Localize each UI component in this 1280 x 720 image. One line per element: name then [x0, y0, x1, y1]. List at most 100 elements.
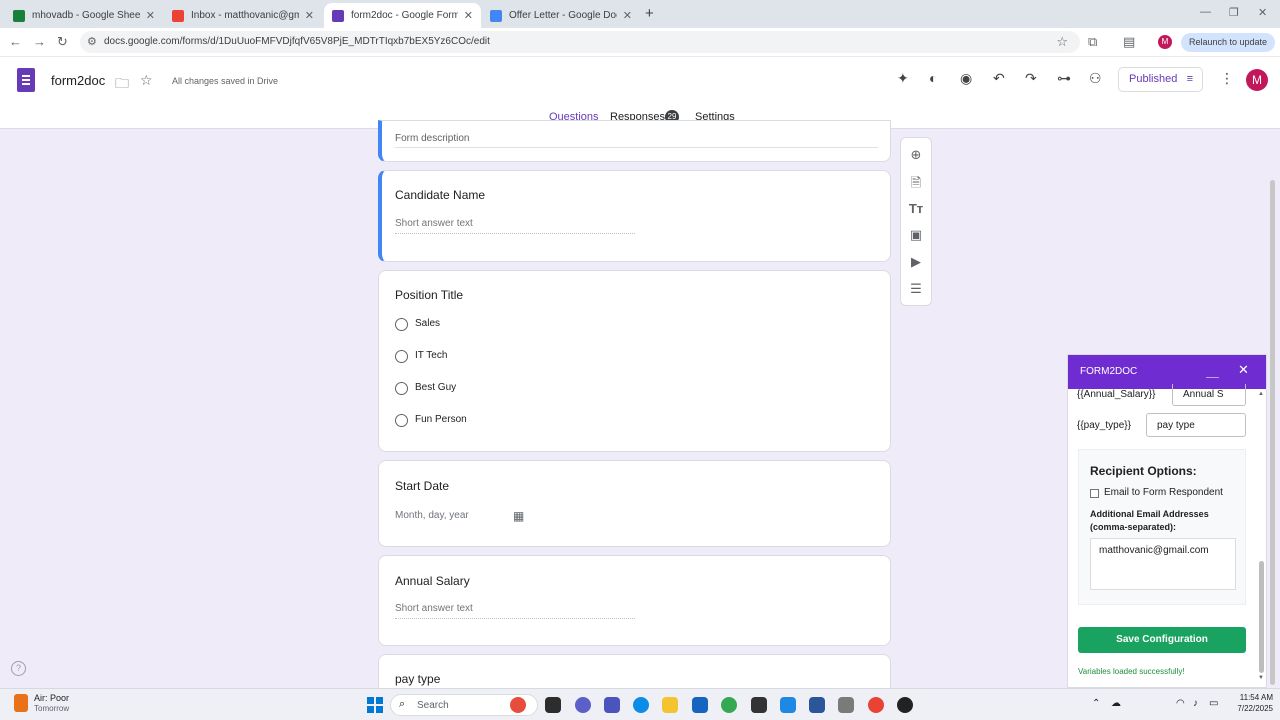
search-highlight-icon[interactable] [510, 697, 526, 713]
form-description[interactable]: Form description [395, 133, 469, 144]
add-video-icon[interactable]: ▶ [901, 254, 931, 270]
azure-icon[interactable] [692, 697, 708, 713]
save-configuration-button[interactable]: Save Configuration [1078, 627, 1246, 653]
reload-icon[interactable]: ↻ [57, 34, 68, 50]
additional-emails-field[interactable]: matthovanic@gmail.com [1090, 538, 1236, 590]
app-icon[interactable] [897, 697, 913, 713]
tab-docs[interactable]: Offer Letter - Google Docs ✕ [482, 3, 640, 28]
preview-eye-icon[interactable]: ◉ [960, 70, 972, 87]
forms-header: form2doc 🗀 ☆ All changes saved in Drive … [0, 57, 1280, 129]
forward-icon[interactable]: → [33, 34, 46, 49]
question-title[interactable]: pay type [395, 672, 440, 686]
scroll-down-icon[interactable]: ▼ [1258, 675, 1264, 681]
account-avatar[interactable]: M [1246, 69, 1268, 91]
add-question-icon[interactable]: ⊕ [901, 147, 931, 163]
chrome-profile-icon[interactable] [868, 697, 884, 713]
windows-start-icon[interactable] [367, 697, 383, 713]
published-button[interactable]: Published ≡ [1118, 67, 1203, 92]
new-tab-icon[interactable]: + [645, 5, 654, 22]
add-image-icon[interactable]: ▣ [901, 227, 931, 243]
variable-mapping-input[interactable]: Annual S [1172, 384, 1246, 406]
redo-icon[interactable]: ↷ [1025, 70, 1037, 87]
tab-gmail[interactable]: Inbox - matthovanic@gmail.co ✕ [164, 3, 322, 28]
email-respondent-label[interactable]: Email to Form Respondent [1104, 487, 1223, 498]
radio-option[interactable] [395, 318, 408, 331]
minimize-panel-icon[interactable]: ＿ [1206, 361, 1219, 380]
wifi-icon[interactable]: ◠ [1176, 698, 1185, 709]
link-icon[interactable]: ⊶ [1057, 70, 1071, 87]
add-collaborator-icon[interactable]: ⚇ [1089, 70, 1102, 87]
relaunch-button[interactable]: Relaunch to update [1181, 33, 1276, 52]
minimize-icon[interactable]: — [1200, 6, 1211, 18]
side-panel-icon[interactable]: ▤ [1123, 34, 1135, 50]
word-icon[interactable] [809, 697, 825, 713]
copilot-icon[interactable] [575, 697, 591, 713]
question-card[interactable]: Start Date Month, day, year ▦ [378, 460, 891, 547]
close-icon[interactable]: ✕ [305, 9, 314, 22]
volume-icon[interactable]: ♪ [1193, 698, 1198, 709]
tray-chevron-icon[interactable]: ⌃ [1092, 698, 1100, 709]
radio-option[interactable] [395, 414, 408, 427]
star-icon[interactable]: ☆ [140, 72, 153, 89]
onedrive-icon[interactable]: ☁ [1111, 698, 1121, 709]
site-info-icon[interactable]: ⚙ [87, 35, 97, 48]
move-folder-icon[interactable]: 🗀 [115, 73, 129, 97]
email-respondent-checkbox[interactable] [1090, 489, 1099, 498]
question-title[interactable]: Position Title [395, 288, 463, 302]
scroll-up-icon[interactable]: ▲ [1258, 391, 1264, 397]
add-section-icon[interactable]: ☰ [901, 281, 931, 297]
file-explorer-icon[interactable] [662, 697, 678, 713]
vscode-icon[interactable] [780, 697, 796, 713]
weather-title[interactable]: Air: Poor [34, 693, 69, 703]
add-title-icon[interactable]: Tт [901, 201, 931, 216]
clock-time[interactable]: 11:54 AM [1233, 693, 1273, 702]
radio-option[interactable] [395, 382, 408, 395]
address-bar[interactable]: ⚙ docs.google.com/forms/d/1DuUuoFMFVDjfq… [80, 31, 1080, 53]
calculator-icon[interactable] [838, 697, 854, 713]
form-description-card[interactable]: Form description [378, 120, 891, 162]
import-questions-icon[interactable]: 🗎 [901, 174, 931, 196]
battery-icon[interactable]: ▭ [1209, 698, 1218, 709]
profile-avatar[interactable]: M [1158, 35, 1172, 49]
close-panel-icon[interactable]: ✕ [1238, 362, 1249, 378]
question-title[interactable]: Annual Salary [395, 574, 470, 588]
tab-title: Offer Letter - Google Docs [509, 10, 617, 21]
teams-icon[interactable] [604, 697, 620, 713]
close-icon[interactable]: ✕ [623, 9, 632, 22]
question-title[interactable]: Start Date [395, 479, 449, 493]
back-icon[interactable]: ← [9, 34, 22, 49]
form-name[interactable]: form2doc [51, 73, 105, 88]
extensions-icon[interactable]: ⧉ [1088, 34, 1097, 50]
clock-date[interactable]: 7/22/2025 [1228, 704, 1273, 713]
edge-icon[interactable] [633, 697, 649, 713]
page-scrollbar[interactable] [1270, 180, 1275, 685]
close-icon[interactable]: ✕ [146, 9, 155, 22]
publish-settings-icon: ≡ [1186, 73, 1193, 85]
tab-sheets[interactable]: mhovadb - Google Sheets ✕ [5, 3, 163, 28]
variable-mapping-input[interactable]: pay type [1146, 413, 1246, 437]
question-title[interactable]: Candidate Name [395, 188, 485, 202]
weather-subtitle: Tomorrow [34, 704, 70, 713]
window-close-icon[interactable]: ✕ [1258, 6, 1267, 19]
terminal-icon[interactable] [751, 697, 767, 713]
bookmark-star-icon[interactable]: ☆ [1056, 34, 1068, 50]
addons-icon[interactable]: ✦ [897, 70, 909, 87]
more-menu-icon[interactable]: ⋮ [1220, 70, 1234, 87]
undo-icon[interactable]: ↶ [993, 70, 1005, 87]
tab-title: Inbox - matthovanic@gmail.co [191, 10, 299, 21]
scroll-thumb[interactable] [1259, 561, 1264, 673]
question-card[interactable]: Candidate Name Short answer text [378, 170, 891, 262]
panel-scrollbar[interactable]: ▲ ▼ [1257, 391, 1265, 685]
weather-icon[interactable] [14, 694, 28, 712]
tab-forms[interactable]: form2doc - Google Forms ✕ [324, 3, 481, 28]
question-card[interactable]: Position Title Sales IT Tech Best Guy Fu… [378, 270, 891, 452]
help-icon[interactable]: ? [11, 661, 26, 676]
chrome-icon[interactable] [721, 697, 737, 713]
radio-option[interactable] [395, 350, 408, 363]
forms-logo-icon[interactable] [17, 68, 35, 92]
restore-icon[interactable]: ❐ [1229, 6, 1239, 19]
palette-icon[interactable]: ◐ [929, 70, 937, 86]
question-card[interactable]: Annual Salary Short answer text [378, 555, 891, 646]
task-view-icon[interactable] [545, 697, 561, 713]
close-icon[interactable]: ✕ [464, 9, 473, 22]
